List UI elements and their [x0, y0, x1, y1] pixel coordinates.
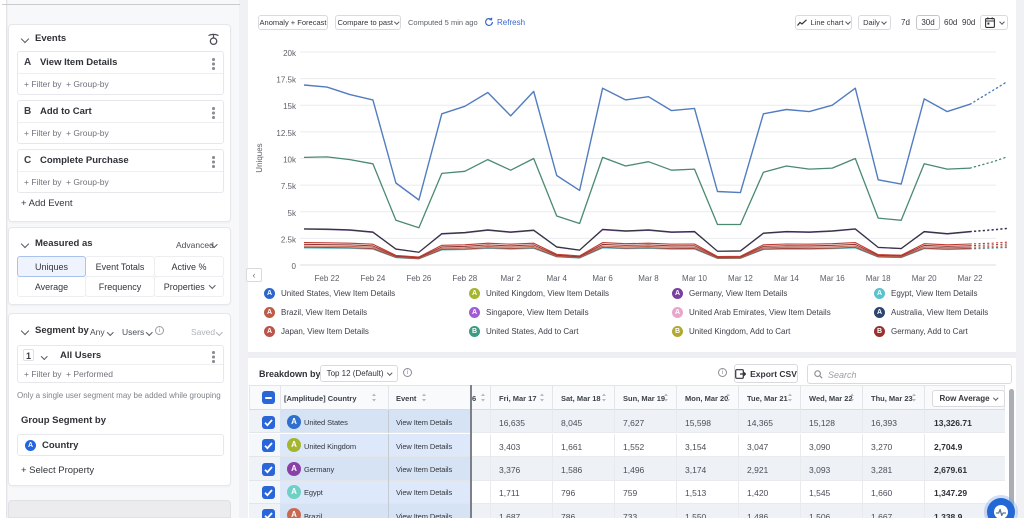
svg-text:Mar 8: Mar 8	[638, 274, 659, 283]
svg-text:Mar 2: Mar 2	[500, 274, 521, 283]
svg-text:Mar 4: Mar 4	[546, 274, 567, 283]
svg-text:2.5k: 2.5k	[281, 235, 297, 244]
svg-text:Feb 28: Feb 28	[452, 274, 477, 283]
svg-text:17.5k: 17.5k	[276, 76, 297, 85]
svg-text:12.5k: 12.5k	[276, 129, 297, 138]
svg-text:Uniques: Uniques	[255, 143, 264, 172]
svg-text:Mar 16: Mar 16	[820, 274, 845, 283]
svg-text:Mar 14: Mar 14	[774, 274, 799, 283]
svg-text:0: 0	[292, 262, 297, 271]
svg-text:7.5k: 7.5k	[281, 182, 297, 191]
svg-text:Mar 20: Mar 20	[912, 274, 937, 283]
svg-text:10k: 10k	[283, 156, 297, 165]
svg-text:Mar 10: Mar 10	[682, 274, 707, 283]
svg-text:Feb 22: Feb 22	[315, 274, 340, 283]
svg-text:Mar 22: Mar 22	[958, 274, 983, 283]
svg-text:15k: 15k	[283, 102, 297, 111]
svg-text:Feb 24: Feb 24	[360, 274, 385, 283]
svg-text:Mar 12: Mar 12	[728, 274, 753, 283]
svg-text:5k: 5k	[288, 209, 297, 218]
svg-text:20k: 20k	[283, 49, 297, 58]
svg-text:Mar 6: Mar 6	[592, 274, 613, 283]
svg-text:Mar 18: Mar 18	[866, 274, 891, 283]
svg-text:Feb 26: Feb 26	[406, 274, 431, 283]
